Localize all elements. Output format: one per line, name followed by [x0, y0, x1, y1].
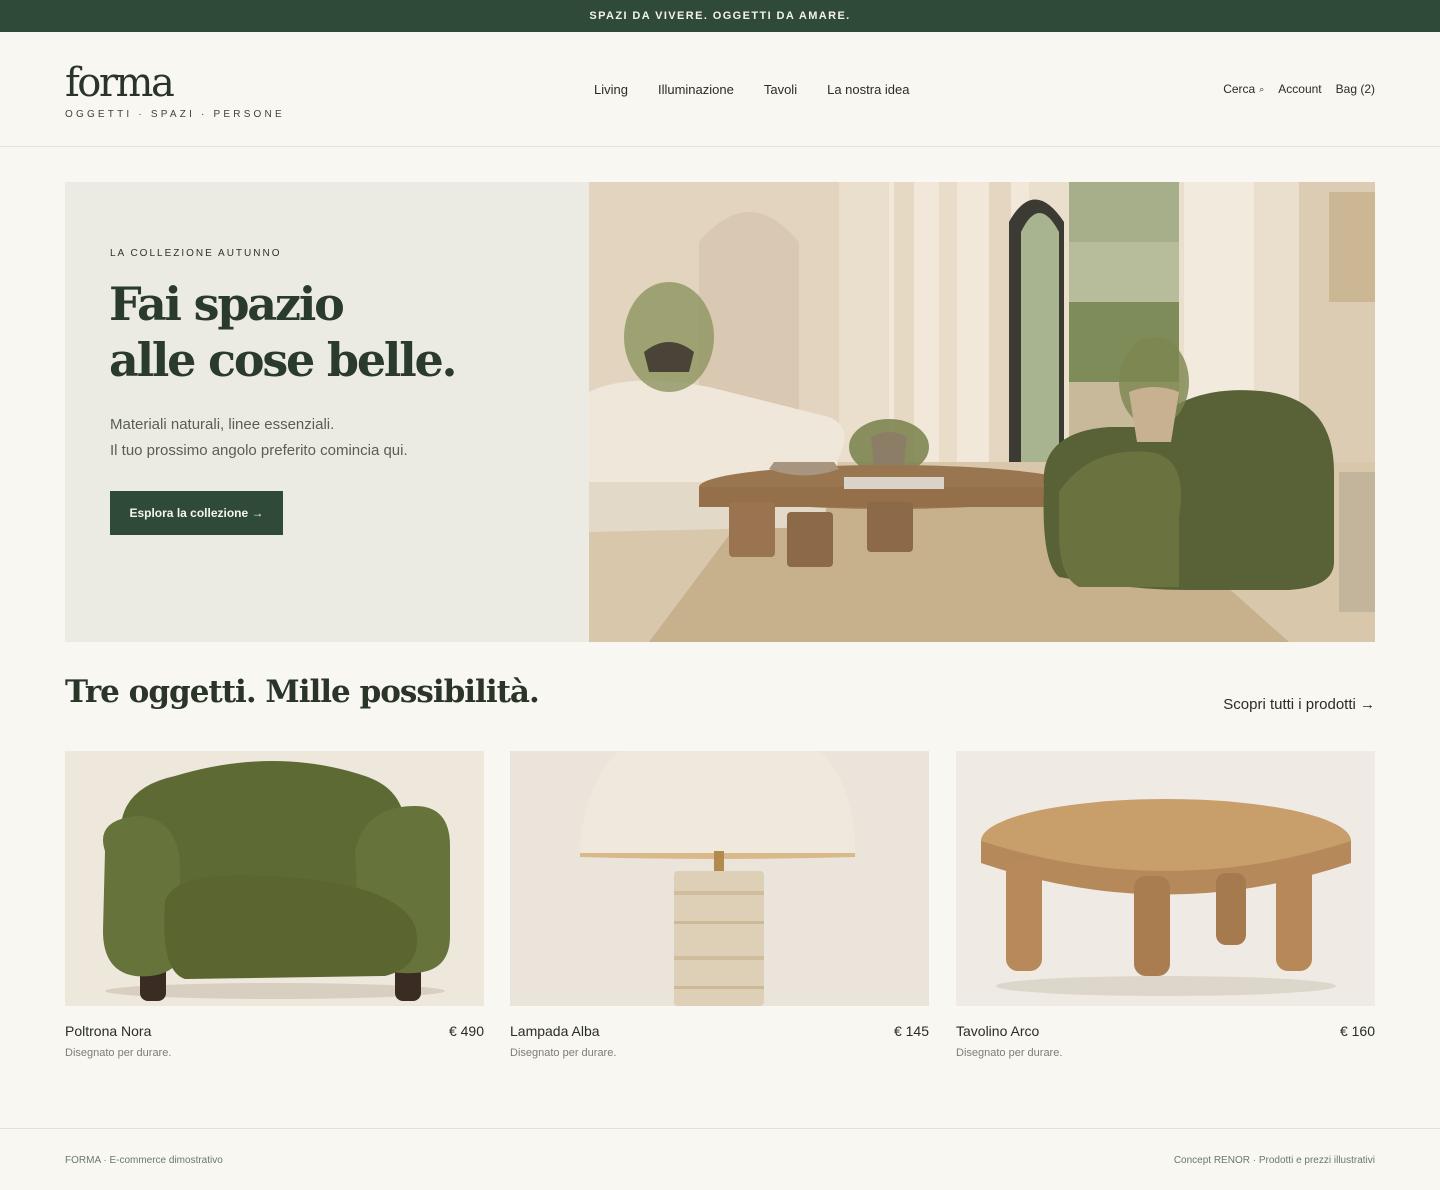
brand-tagline: OGGETTI · SPAZI · PERSONE — [65, 109, 285, 120]
search-icon: ⌕ — [1259, 83, 1265, 94]
hero-title: Fai spazio alle cose belle. — [109, 276, 529, 388]
nav-item-living[interactable]: Living — [594, 82, 628, 97]
armchair-illustration — [65, 751, 484, 1006]
product-description: Disegnato per durare. — [510, 1047, 617, 1059]
see-all-products-link[interactable]: Scopri tutti i prodotti → — [1223, 696, 1375, 713]
coffee-table-icon[interactable] — [956, 751, 1375, 1006]
announcement-text: SPAZI DA VIVERE. OGGETTI DA AMARE. — [589, 10, 851, 22]
product-price: € 160 — [1339, 1023, 1375, 1039]
product-name[interactable]: Tavolino Arco — [956, 1023, 1039, 1039]
coffee-table-illustration — [956, 751, 1375, 1006]
product-name[interactable]: Lampada Alba — [510, 1023, 600, 1039]
hero-eyebrow: LA COLLEZIONE AUTUNNO — [110, 248, 282, 259]
site-header: forma OGGETTI · SPAZI · PERSONE Living I… — [0, 32, 1440, 147]
site-footer: FORMA · E-commerce dimostrativo Concept … — [0, 1128, 1440, 1190]
nav-item-tavoli[interactable]: Tavoli — [764, 82, 797, 97]
hero-subtitle-line-1: Materiali naturali, linee essenziali. — [110, 416, 335, 433]
hero-title-line-1: Fai spazio — [109, 277, 345, 331]
search-button[interactable]: Cerca ⌕ — [1223, 82, 1264, 96]
product-card[interactable]: Tavolino Arco € 160 Disegnato per durare… — [956, 751, 1375, 1059]
product-description: Disegnato per durare. — [956, 1047, 1063, 1059]
footer-left-text: FORMA · E-commerce dimostrativo — [65, 1155, 223, 1166]
products-section-title: Tre oggetti. Mille possibilità. — [65, 674, 540, 710]
announcement-bar: SPAZI DA VIVERE. OGGETTI DA AMARE. — [0, 0, 1440, 32]
armchair-icon[interactable] — [65, 751, 484, 1006]
hero-living-room-image — [589, 182, 1375, 642]
product-card[interactable]: Poltrona Nora € 490 Disegnato per durare… — [65, 751, 484, 1059]
living-room-illustration — [589, 182, 1375, 642]
nav-item-la-nostra-idea[interactable]: La nostra idea — [827, 82, 909, 97]
account-link[interactable]: Account — [1278, 82, 1321, 96]
search-label: Cerca — [1223, 82, 1256, 96]
product-price: € 490 — [448, 1023, 484, 1039]
hero-title-line-2: alle cose belle. — [109, 333, 458, 387]
table-lamp-icon[interactable] — [510, 751, 929, 1006]
product-description: Disegnato per durare. — [65, 1047, 172, 1059]
hero-subtitle-line-2: Il tuo prossimo angolo preferito cominci… — [110, 442, 408, 459]
brand-logo[interactable]: forma — [65, 60, 175, 106]
bag-link[interactable]: Bag (2) — [1336, 82, 1375, 96]
hero-subtitle: Materiali naturali, linee essenziali. Il… — [110, 412, 408, 464]
nav-item-illuminazione[interactable]: Illuminazione — [658, 82, 734, 97]
main-nav: Living Illuminazione Tavoli La nostra id… — [594, 82, 910, 97]
product-card[interactable]: Lampada Alba € 145 Disegnato per durare. — [510, 751, 929, 1059]
footer-right-text: Concept RENOR · Prodotti e prezzi illust… — [1173, 1155, 1375, 1166]
product-row: Tavolino Arco € 160 — [956, 1023, 1375, 1039]
product-row: Lampada Alba € 145 — [510, 1023, 929, 1039]
explore-collection-button[interactable]: Esplora la collezione → — [110, 491, 283, 535]
lamp-illustration — [510, 751, 929, 1006]
product-price: € 145 — [893, 1023, 929, 1039]
product-row: Poltrona Nora € 490 — [65, 1023, 484, 1039]
product-name[interactable]: Poltrona Nora — [65, 1023, 151, 1039]
hero-panel: LA COLLEZIONE AUTUNNO Fai spazio alle co… — [65, 182, 589, 642]
utility-nav: Cerca ⌕ Account Bag (2) — [1223, 82, 1375, 96]
